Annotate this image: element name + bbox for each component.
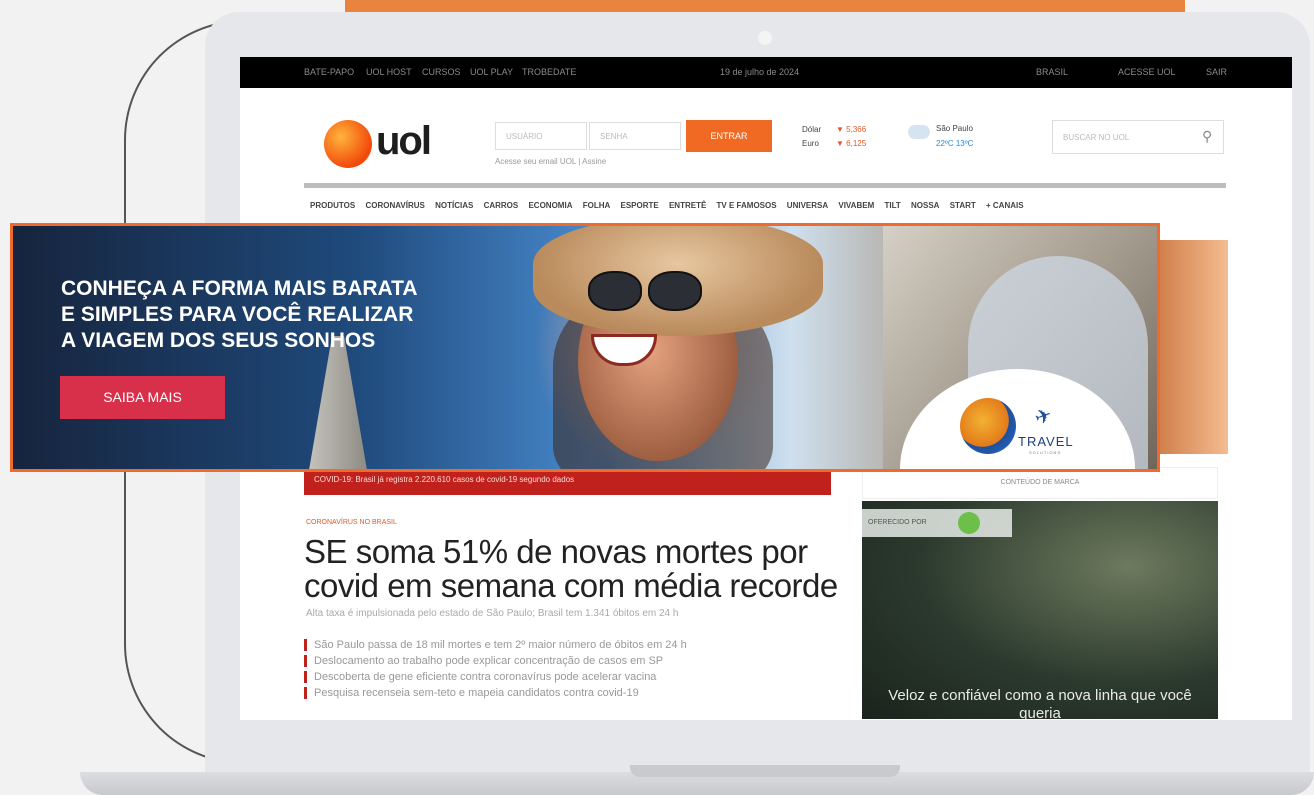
list-item[interactable]: Descoberta de gene eficiente contra coro… [304,669,844,685]
nav-item[interactable]: ECONOMIA [528,201,572,210]
list-item[interactable]: Pesquisa recenseia sem-teto e mapeia can… [304,685,844,701]
saiba-mais-button[interactable]: SAIBA MAIS [60,376,225,419]
laptop-notch [630,765,900,777]
topbar-link[interactable]: SAIR [1206,67,1227,77]
nav-item[interactable]: FOLHA [583,201,611,210]
weather-temps: 22ºC 13ºC [936,139,974,148]
tower-shape [308,336,368,469]
fx-label: Euro [802,139,819,148]
login-hint[interactable]: Acesse seu email UOL | Assine [495,157,606,166]
fx-value: ▼ 5,366 [836,125,867,134]
fx-value: ▼ 6,125 [836,139,867,148]
search-icon[interactable]: ⚲ [1202,128,1212,145]
banner-headline-line: CONHEÇA A FORMA MAIS BARATA [61,277,418,300]
nav-item[interactable]: PRODUTOS [310,201,355,210]
nav-item[interactable]: CARROS [484,201,519,210]
topbar-link[interactable]: UOL HOST [366,67,412,77]
nav-item[interactable]: CORONAVÍRUS [365,201,424,210]
nav-item[interactable]: START [950,201,976,210]
related-news-list: São Paulo passa de 18 mil mortes e tem 2… [304,637,844,701]
channel-nav: PRODUTOS CORONAVÍRUS NOTÍCIAS CARROS ECO… [310,201,1230,210]
top-nav-bar: BATE-PAPO UOL HOST CURSOS UOL PLAY TROBE… [240,57,1292,88]
nav-item[interactable]: TV E FAMOSOS [717,201,777,210]
brand-name: TRAVEL [1018,434,1074,449]
news-headline[interactable]: SE soma 51% de novas mortes por covid em… [304,535,844,603]
logo-text[interactable]: uol [376,119,432,164]
topbar-date: 19 de julho de 2024 [720,67,800,77]
camera-icon [758,31,772,45]
nav-item[interactable]: + CANAIS [986,201,1024,210]
fx-label: Dólar [802,125,822,134]
nav-item[interactable]: NOTÍCIAS [435,201,473,210]
nav-item[interactable]: TILT [884,201,900,210]
weather-city[interactable]: São Paulo [936,124,973,133]
password-field[interactable]: SENHA [589,122,681,150]
decorative-top-bar [345,0,1185,12]
banner-headline: CONHEÇA A FORMA MAIS BARATA E SIMPLES PA… [61,276,418,354]
username-field[interactable]: USUÁRIO [495,122,587,150]
nav-item[interactable]: UNIVERSA [787,201,828,210]
topbar-link[interactable]: BATE-PAPO [304,67,354,77]
weather-icon [908,125,930,139]
nav-item[interactable]: ENTRETÊ [669,201,706,210]
login-button[interactable]: ENTRAR [686,120,772,152]
branded-content-caption[interactable]: Veloz e confiável como a nova linha que … [880,687,1200,720]
logo-icon[interactable] [324,120,372,168]
sponsor-logo-icon [958,512,980,534]
sunglasses-icon [588,271,704,311]
globe-icon [960,398,1016,454]
news-kicker[interactable]: CORONAVÍRUS NO BRASIL [306,519,397,526]
header-divider [304,183,1226,188]
banner-headline-line: A VIAGEM DOS SEUS SONHOS [61,329,376,352]
topbar-link[interactable]: ACESSE UOL [1118,67,1176,77]
banner-headline-line: E SIMPLES PARA VOCÊ REALIZAR [61,303,414,326]
list-item[interactable]: Deslocamento ao trabalho pode explicar c… [304,653,844,669]
search-input[interactable]: BUSCAR NO UOL [1052,120,1224,154]
sponsor-tag: OFERECIDO POR [862,509,1012,537]
travel-ad-banner[interactable]: CONHEÇA A FORMA MAIS BARATA E SIMPLES PA… [10,223,1160,472]
nav-item[interactable]: ESPORTE [621,201,659,210]
news-subhead[interactable]: Alta taxa é impulsionada pelo estado de … [306,608,678,619]
nav-item[interactable]: VIVABEM [838,201,874,210]
banner-side-tab [1160,240,1228,454]
topbar-link[interactable]: BRASIL [1036,67,1068,77]
list-item[interactable]: São Paulo passa de 18 mil mortes e tem 2… [304,637,844,653]
topbar-link[interactable]: CURSOS [422,67,461,77]
nav-item[interactable]: NOSSA [911,201,939,210]
topbar-link[interactable]: UOL PLAY [470,67,513,77]
topbar-link[interactable]: TROBEDATE [522,67,576,77]
brand-subtitle: SOLUTIONS [1029,450,1062,455]
